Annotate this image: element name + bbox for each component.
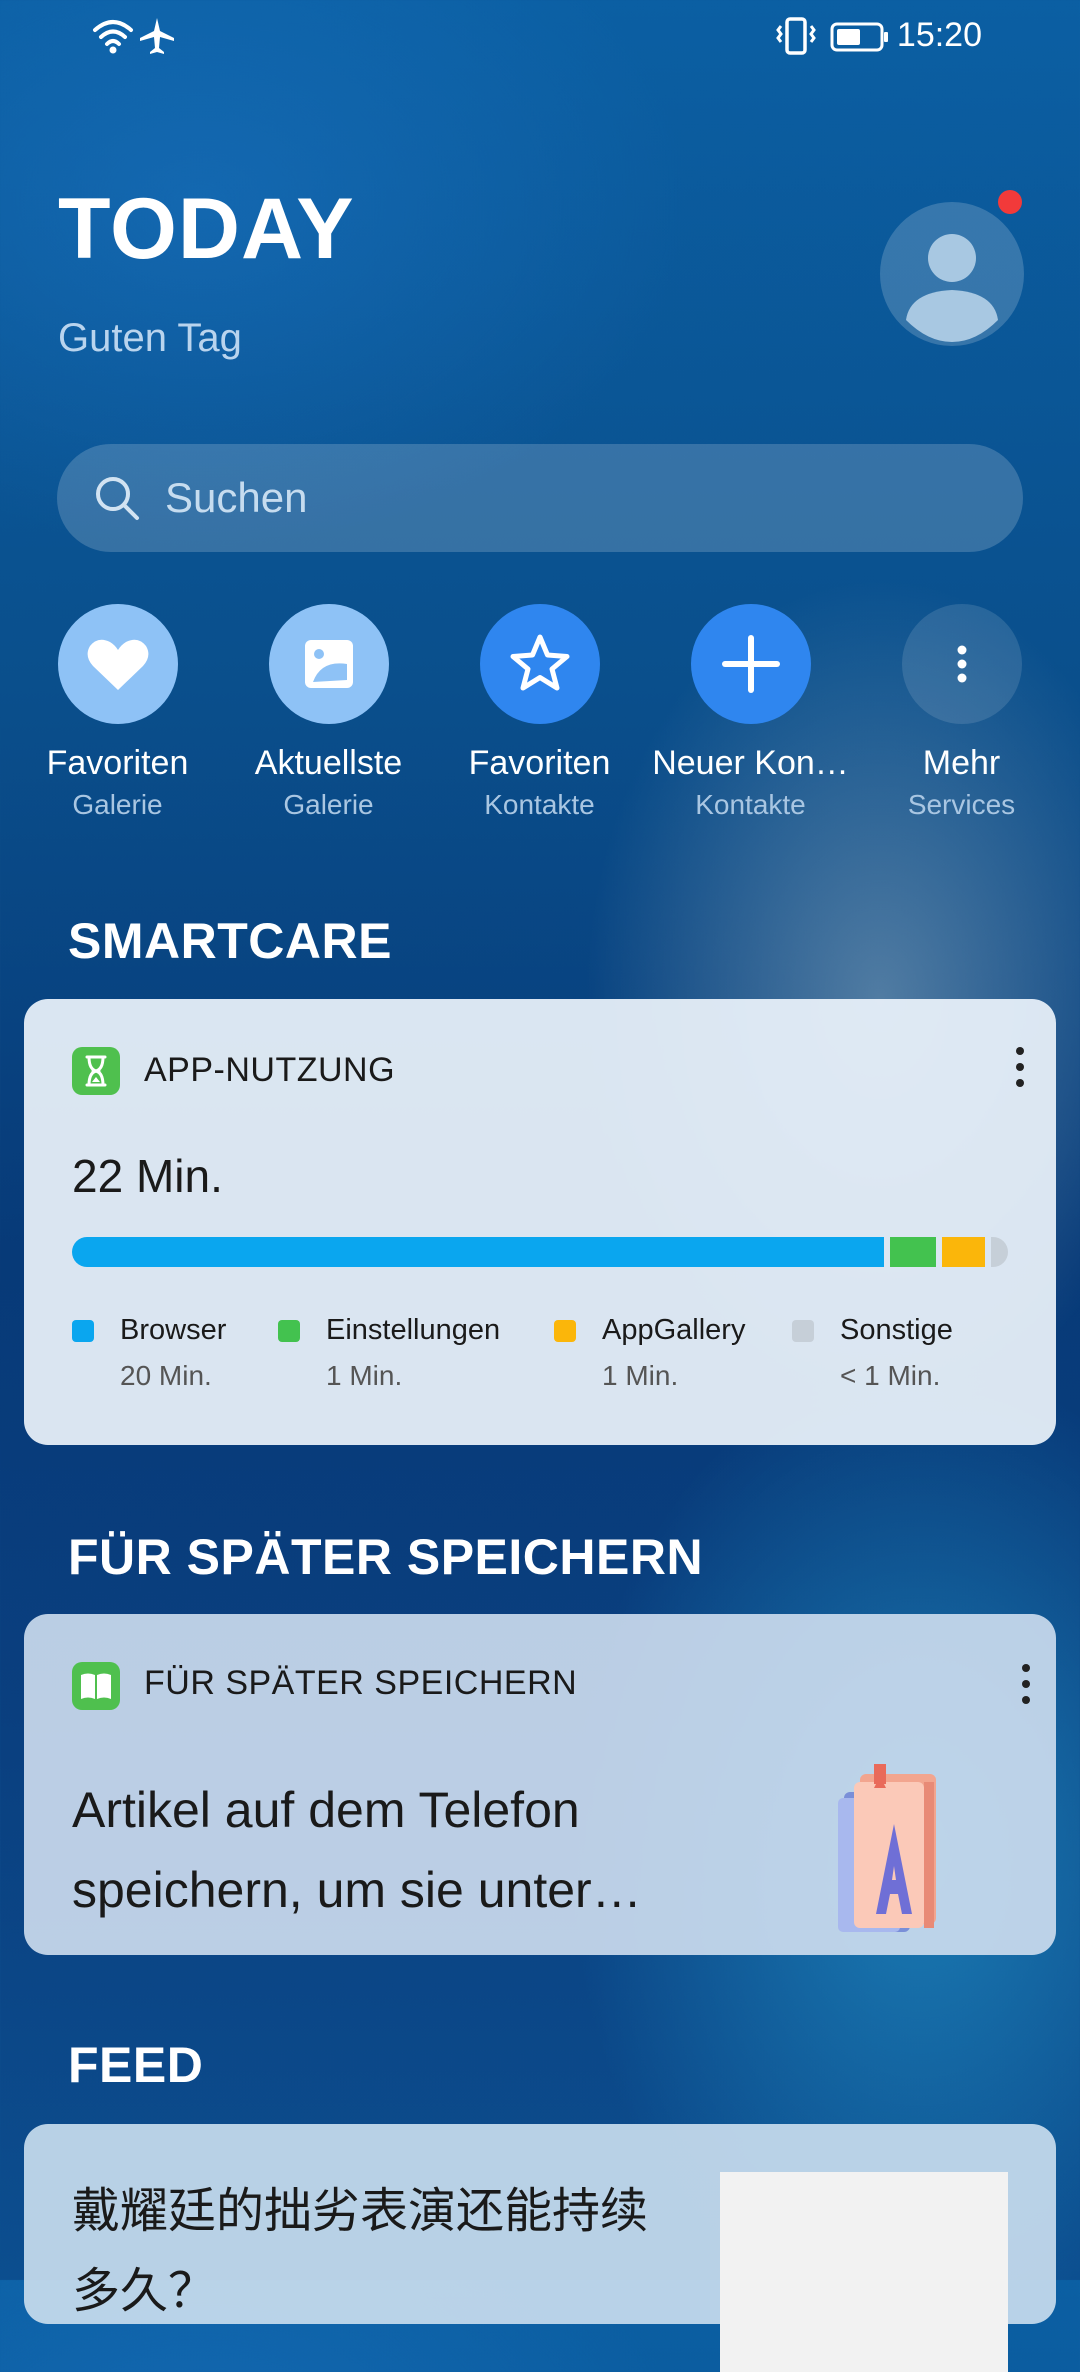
legend-time: 20 Min. bbox=[120, 1360, 212, 1391]
search-bar[interactable] bbox=[57, 444, 1023, 552]
feed-headline: 戴耀廷的拙劣表演还能持续多久？ bbox=[72, 2185, 649, 2318]
shortcut-label: Aktuellste bbox=[254, 744, 403, 782]
legend-time: 1 Min. bbox=[326, 1360, 403, 1391]
shortcut-sublabel: Kontakte bbox=[695, 789, 806, 820]
heart-icon bbox=[87, 639, 148, 690]
more-vertical-icon bbox=[957, 645, 966, 683]
legend-swatch bbox=[554, 1320, 576, 1342]
shortcut-sublabel: Services bbox=[907, 789, 1016, 820]
legend-name: Einstellungen bbox=[326, 1314, 501, 1346]
feed-card[interactable]: 戴耀廷的拙劣表演还能持续多久？ bbox=[24, 2124, 1056, 2372]
shortcut-more-services[interactable]: Mehr Services bbox=[856, 604, 1067, 821]
usage-total: 22 Min. bbox=[72, 1150, 223, 1202]
books-illustration bbox=[838, 1764, 936, 1932]
hourglass-icon bbox=[72, 1047, 120, 1095]
greeting: Guten Tag bbox=[58, 316, 242, 360]
shortcut-sublabel: Galerie bbox=[283, 789, 374, 820]
legend-time: 1 Min. bbox=[602, 1360, 679, 1391]
star-icon bbox=[510, 634, 569, 691]
avatar[interactable] bbox=[880, 202, 1024, 346]
shortcut-label: Neuer Kon… bbox=[652, 744, 849, 782]
section-title-save-later: FÜR SPÄTER SPEICHERN bbox=[68, 1529, 704, 1585]
more-options-button[interactable] bbox=[1000, 1041, 1040, 1101]
legend-swatch bbox=[72, 1320, 94, 1342]
legend-swatch bbox=[278, 1320, 300, 1342]
shortcut-favorites-contacts[interactable]: Favoriten Kontakte bbox=[434, 604, 645, 821]
shortcut-circle bbox=[268, 604, 389, 724]
legend-name: AppGallery bbox=[602, 1314, 746, 1346]
book-icon bbox=[72, 1662, 120, 1710]
shortcut-new-contact[interactable]: Neuer Kon… Kontakte bbox=[645, 604, 856, 821]
search-input[interactable] bbox=[165, 444, 985, 552]
shortcut-sublabel: Kontakte bbox=[484, 789, 595, 820]
photo-icon bbox=[304, 640, 353, 688]
usage-segment-einstellungen bbox=[890, 1237, 937, 1267]
section-title-feed: FEED bbox=[68, 2037, 204, 2093]
battery-icon bbox=[830, 22, 888, 52]
legend-swatch bbox=[792, 1320, 814, 1342]
more-options-button[interactable] bbox=[1006, 1658, 1046, 1718]
usage-segment-sonstige bbox=[991, 1237, 1008, 1267]
user-icon bbox=[906, 234, 998, 342]
feed-thumbnail bbox=[720, 2172, 1008, 2372]
shortcut-recent-gallery[interactable]: Aktuellste Galerie bbox=[223, 604, 434, 821]
shortcut-circle bbox=[901, 604, 1022, 724]
usage-segment-appgallery bbox=[942, 1237, 986, 1267]
shortcut-circle bbox=[690, 604, 811, 724]
vibrate-icon bbox=[776, 17, 816, 55]
page-title: TODAY bbox=[58, 181, 355, 277]
shortcut-label: Mehr bbox=[922, 744, 1001, 782]
notification-dot bbox=[998, 190, 1022, 214]
card-title: APP-NUTZUNG bbox=[144, 1051, 396, 1089]
status-bar: 15:20 bbox=[0, 0, 1080, 72]
wifi-icon bbox=[93, 20, 133, 54]
save-later-description: Artikel auf dem Telefon speichern, um si… bbox=[72, 1782, 642, 1918]
legend-time: < 1 Min. bbox=[840, 1360, 941, 1391]
section-title-smartcare: SMARTCARE bbox=[68, 913, 392, 969]
app-usage-card[interactable]: APP-NUTZUNG 22 Min. Browser 20 Min. Eins… bbox=[24, 999, 1056, 1445]
shortcut-sublabel: Galerie bbox=[72, 789, 163, 820]
airplane-icon bbox=[140, 18, 174, 54]
shortcut-circle bbox=[57, 604, 178, 724]
usage-segment-browser bbox=[72, 1237, 885, 1267]
save-later-card[interactable]: FÜR SPÄTER SPEICHERN Artikel auf dem Tel… bbox=[24, 1614, 1056, 1955]
search-icon bbox=[96, 477, 139, 520]
legend-name: Browser bbox=[120, 1314, 227, 1346]
usage-bar bbox=[72, 1237, 1008, 1267]
shortcut-label: Favoriten bbox=[46, 744, 189, 782]
shortcut-favorites-gallery[interactable]: Favoriten Galerie bbox=[12, 604, 223, 821]
status-time: 15:20 bbox=[896, 16, 982, 54]
shortcut-circle bbox=[479, 604, 600, 724]
plus-icon bbox=[721, 635, 780, 693]
card-title: FÜR SPÄTER SPEICHERN bbox=[144, 1664, 578, 1702]
shortcut-label: Favoriten bbox=[468, 744, 611, 782]
legend-name: Sonstige bbox=[840, 1314, 953, 1346]
